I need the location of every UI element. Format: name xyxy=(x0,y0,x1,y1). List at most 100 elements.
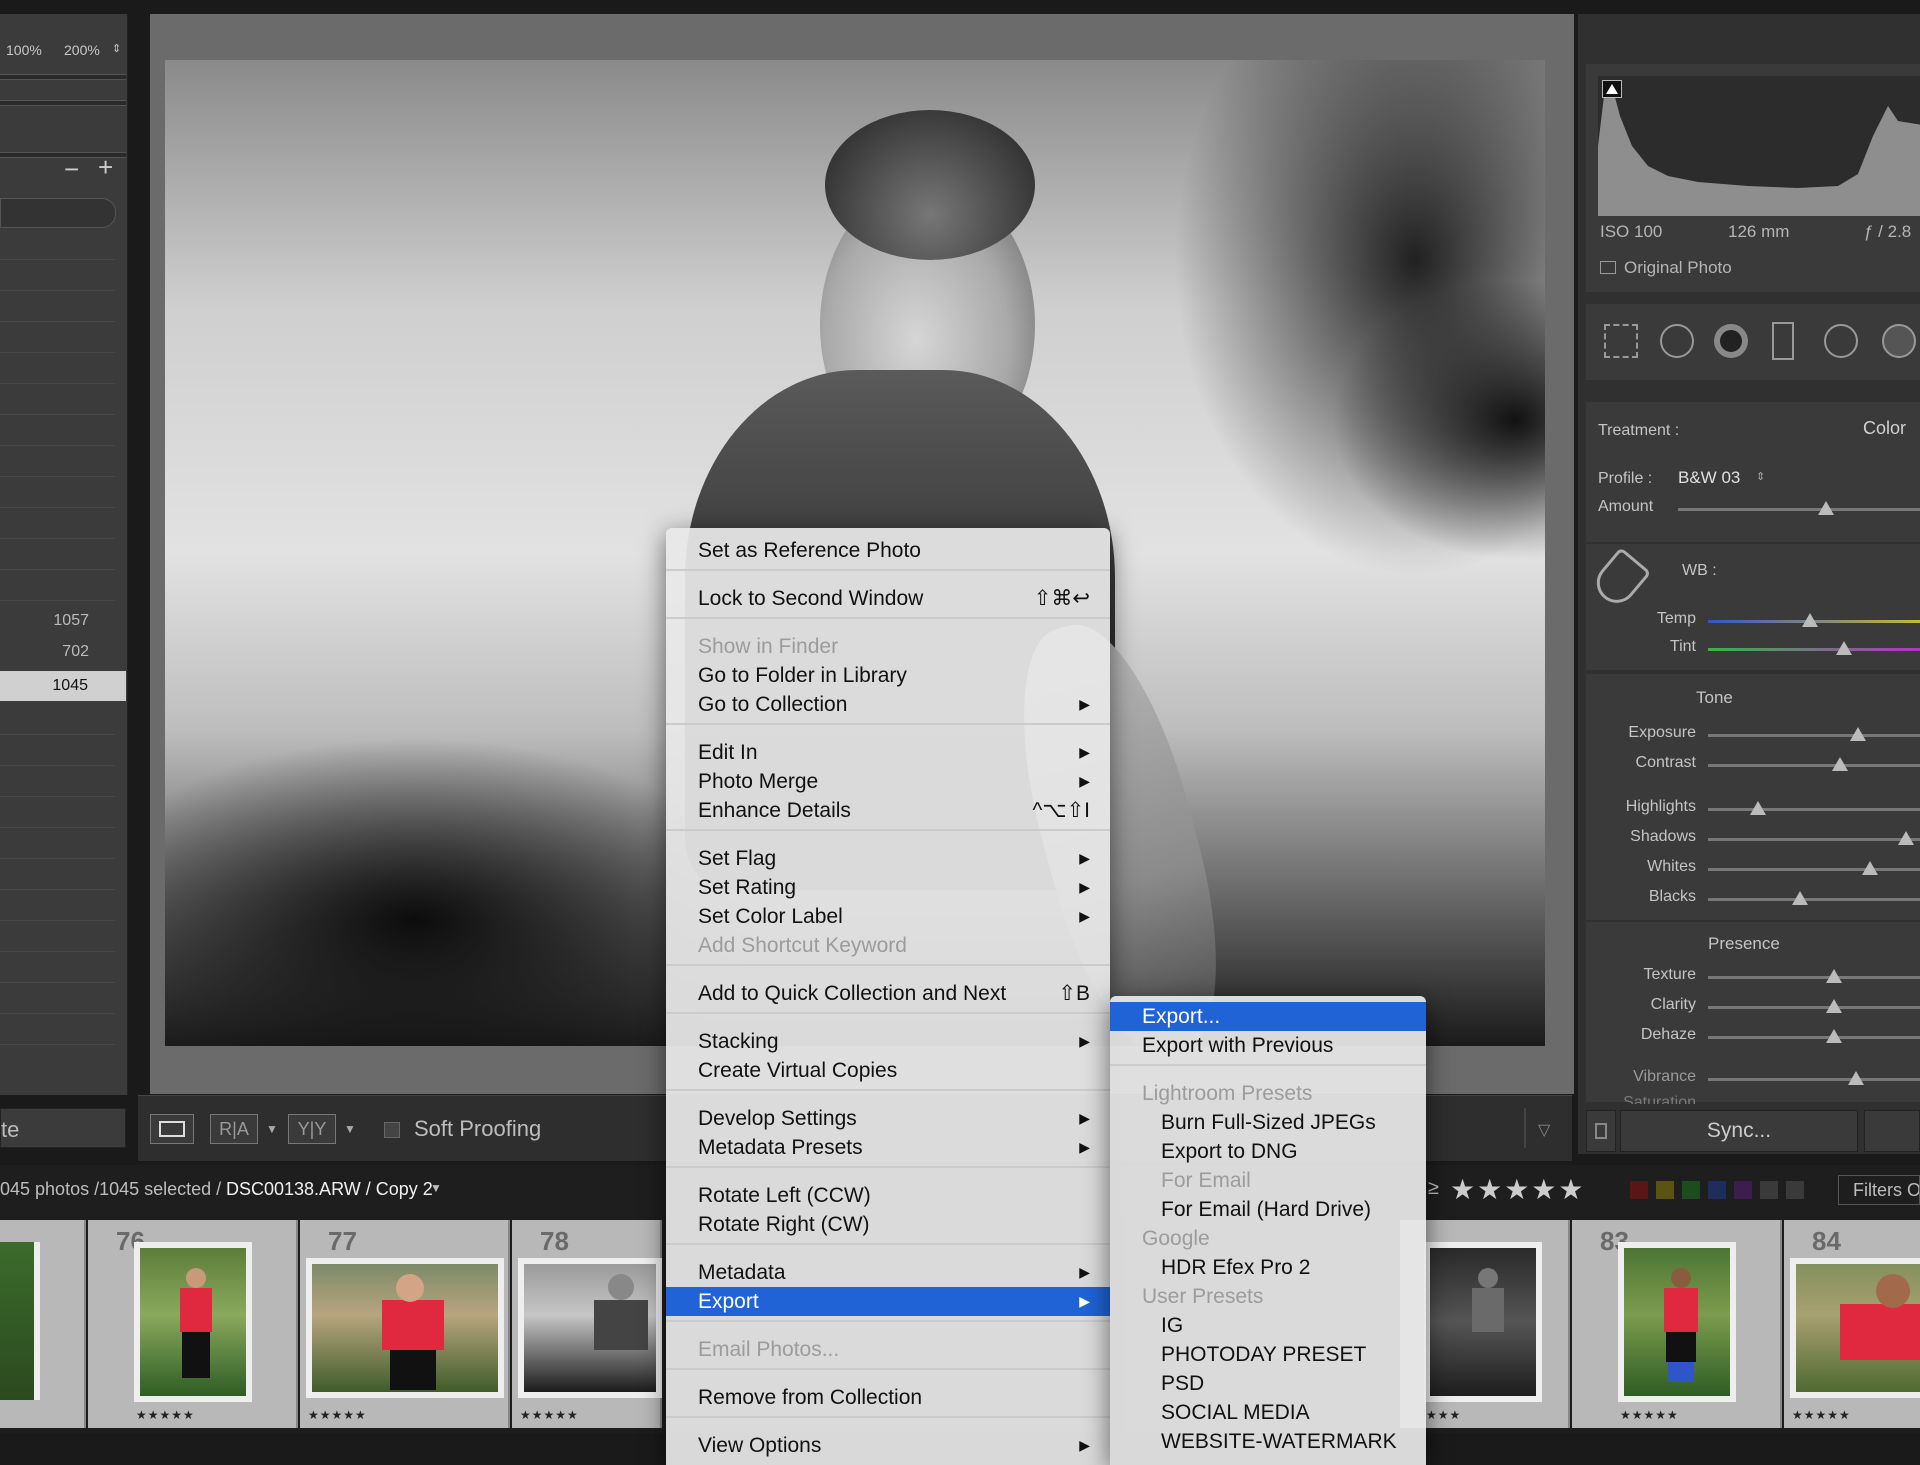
slider-thumb[interactable] xyxy=(1848,1071,1864,1085)
left-panel-bottom-button[interactable]: te xyxy=(0,1108,126,1148)
red-eye-icon[interactable] xyxy=(1714,324,1748,358)
filmstrip-cell[interactable]: 84 ★★★★★ xyxy=(1784,1220,1920,1428)
red-label-filter[interactable] xyxy=(1630,1181,1648,1199)
reset-button[interactable] xyxy=(1864,1110,1920,1152)
eyedropper-icon[interactable] xyxy=(1588,546,1652,612)
sync-button[interactable]: Sync... xyxy=(1620,1110,1858,1152)
highlights-slider[interactable] xyxy=(1708,801,1920,815)
menu-item-go-to-folder[interactable]: Go to Folder in Library xyxy=(666,661,1110,690)
soft-proofing-checkbox[interactable] xyxy=(384,1122,400,1138)
menu-item-edit-in[interactable]: Edit In ▶ xyxy=(666,738,1110,767)
plus-icon[interactable]: + xyxy=(98,152,113,183)
dehaze-slider[interactable] xyxy=(1708,1029,1920,1043)
menu-item-view-options[interactable]: View Options ▶ xyxy=(666,1431,1110,1460)
radial-filter-icon[interactable] xyxy=(1824,324,1858,358)
filmstrip-cell[interactable] xyxy=(0,1220,86,1428)
selected-collection-row[interactable]: 1045 xyxy=(0,671,126,701)
before-after-ra-button[interactable]: R|A xyxy=(210,1114,258,1144)
filters-button[interactable]: Filters O xyxy=(1838,1175,1920,1205)
zoom-100-option[interactable]: 100% xyxy=(6,42,42,58)
submenu-item-ig[interactable]: IG xyxy=(1110,1311,1426,1340)
no-label-filter[interactable] xyxy=(1786,1181,1804,1199)
rating-filter-stars[interactable]: ★★★★★ xyxy=(1450,1173,1586,1206)
green-label-filter[interactable] xyxy=(1682,1181,1700,1199)
slider-thumb[interactable] xyxy=(1832,757,1848,771)
spot-removal-icon[interactable] xyxy=(1660,324,1694,358)
purple-label-filter[interactable] xyxy=(1734,1181,1752,1199)
collection-filter-input[interactable] xyxy=(0,198,116,228)
submenu-item-website-watermark[interactable]: WEBSITE-WATERMARK xyxy=(1110,1427,1426,1456)
slider-thumb[interactable] xyxy=(1792,891,1808,905)
yellow-label-filter[interactable] xyxy=(1656,1181,1674,1199)
chevron-down-icon[interactable]: ▼ xyxy=(266,1122,278,1136)
menu-item-go-to-collection[interactable]: Go to Collection ▶ xyxy=(666,690,1110,719)
rating-operator[interactable]: ≥ xyxy=(1428,1177,1439,1200)
slider-thumb[interactable] xyxy=(1818,501,1834,515)
menu-item-set-flag[interactable]: Set Flag ▶ xyxy=(666,844,1110,873)
menu-item-remove-from-collection[interactable]: Remove from Collection xyxy=(666,1383,1110,1412)
menu-item-metadata[interactable]: Metadata ▶ xyxy=(666,1258,1110,1287)
menu-item-set-color-label[interactable]: Set Color Label ▶ xyxy=(666,902,1110,931)
current-filename[interactable]: DSC00138.ARW / Copy 2 xyxy=(226,1179,433,1200)
texture-slider[interactable] xyxy=(1708,969,1920,983)
submenu-item-for-email-hard-drive[interactable]: For Email (Hard Drive) xyxy=(1110,1195,1426,1224)
chevron-down-icon[interactable]: ▼ xyxy=(344,1122,356,1136)
blue-label-filter[interactable] xyxy=(1708,1181,1726,1199)
slider-thumb[interactable] xyxy=(1750,801,1766,815)
filmstrip-cell[interactable]: 83 ★★★★★ xyxy=(1572,1220,1782,1428)
filmstrip-cell[interactable]: 78 ★★★★★ xyxy=(512,1220,662,1428)
submenu-item-social-media[interactable]: SOCIAL MEDIA xyxy=(1110,1398,1426,1427)
menu-item-develop-settings[interactable]: Develop Settings ▶ xyxy=(666,1104,1110,1133)
filmstrip-cell[interactable]: 76 ★★★★★ xyxy=(88,1220,298,1428)
zoom-stepper-icon[interactable]: ⇕ xyxy=(112,42,121,55)
menu-item-enhance-details[interactable]: Enhance Details ^⌥⇧I xyxy=(666,796,1110,825)
slider-thumb[interactable] xyxy=(1826,1029,1842,1043)
slider-thumb[interactable] xyxy=(1836,641,1852,655)
exposure-slider[interactable] xyxy=(1708,727,1920,741)
menu-item-lock-second-window[interactable]: Lock to Second Window ⇧⌘↩ xyxy=(666,584,1110,613)
filmstrip-cell[interactable]: 77 ★★★★★ xyxy=(300,1220,510,1428)
menu-item-export[interactable]: Export ▶ xyxy=(666,1287,1110,1316)
brush-tool-icon[interactable] xyxy=(1882,324,1916,358)
graduated-filter-icon[interactable] xyxy=(1772,322,1794,360)
shadows-slider[interactable] xyxy=(1708,831,1920,845)
submenu-item-psd[interactable]: PSD xyxy=(1110,1369,1426,1398)
whites-slider[interactable] xyxy=(1708,861,1920,875)
panel-switch-button[interactable] xyxy=(1586,1110,1616,1152)
original-photo-checkbox[interactable] xyxy=(1600,261,1616,274)
menu-item-quick-collection-next[interactable]: Add to Quick Collection and Next ⇧B xyxy=(666,979,1110,1008)
zoom-200-option[interactable]: 200% xyxy=(64,42,100,58)
custom-label-filter[interactable] xyxy=(1760,1181,1778,1199)
loupe-view-button[interactable] xyxy=(150,1114,194,1144)
tint-slider[interactable] xyxy=(1708,641,1920,655)
updown-icon[interactable]: ⇕ xyxy=(1756,470,1765,483)
slider-thumb[interactable] xyxy=(1826,969,1842,983)
slider-thumb[interactable] xyxy=(1898,831,1914,845)
treatment-color-option[interactable]: Color xyxy=(1863,418,1906,439)
slider-thumb[interactable] xyxy=(1826,999,1842,1013)
submenu-item-photoday-preset[interactable]: PHOTODAY PRESET xyxy=(1110,1340,1426,1369)
menu-item-set-reference[interactable]: Set as Reference Photo xyxy=(666,536,1110,565)
crop-tool-icon[interactable] xyxy=(1604,324,1638,358)
slider-thumb[interactable] xyxy=(1850,727,1866,741)
blacks-slider[interactable] xyxy=(1708,891,1920,905)
submenu-item-hdr-efex[interactable]: HDR Efex Pro 2 xyxy=(1110,1253,1426,1282)
menu-item-set-rating[interactable]: Set Rating ▶ xyxy=(666,873,1110,902)
menu-item-metadata-presets[interactable]: Metadata Presets ▶ xyxy=(666,1133,1110,1162)
menu-item-create-virtual-copies[interactable]: Create Virtual Copies xyxy=(666,1056,1110,1085)
before-after-yy-button[interactable]: Y|Y xyxy=(288,1114,336,1144)
menu-item-rotate-right[interactable]: Rotate Right (CW) xyxy=(666,1210,1110,1239)
profile-select[interactable]: B&W 03 xyxy=(1678,468,1740,488)
toolbar-dropdown-icon[interactable]: ▽ xyxy=(1538,1120,1550,1140)
chevron-down-icon[interactable]: ▼ xyxy=(430,1181,442,1195)
submenu-item-export[interactable]: Export... xyxy=(1110,1002,1426,1031)
histogram[interactable] xyxy=(1598,76,1920,216)
minus-icon[interactable]: − xyxy=(64,154,79,185)
clarity-slider[interactable] xyxy=(1708,999,1920,1013)
submenu-item-export-with-previous[interactable]: Export with Previous xyxy=(1110,1031,1426,1060)
temp-slider[interactable] xyxy=(1708,613,1920,627)
menu-item-photo-merge[interactable]: Photo Merge ▶ xyxy=(666,767,1110,796)
vibrance-slider[interactable] xyxy=(1708,1071,1920,1085)
submenu-item-burn-jpegs[interactable]: Burn Full-Sized JPEGs xyxy=(1110,1108,1426,1137)
contrast-slider[interactable] xyxy=(1708,757,1920,771)
